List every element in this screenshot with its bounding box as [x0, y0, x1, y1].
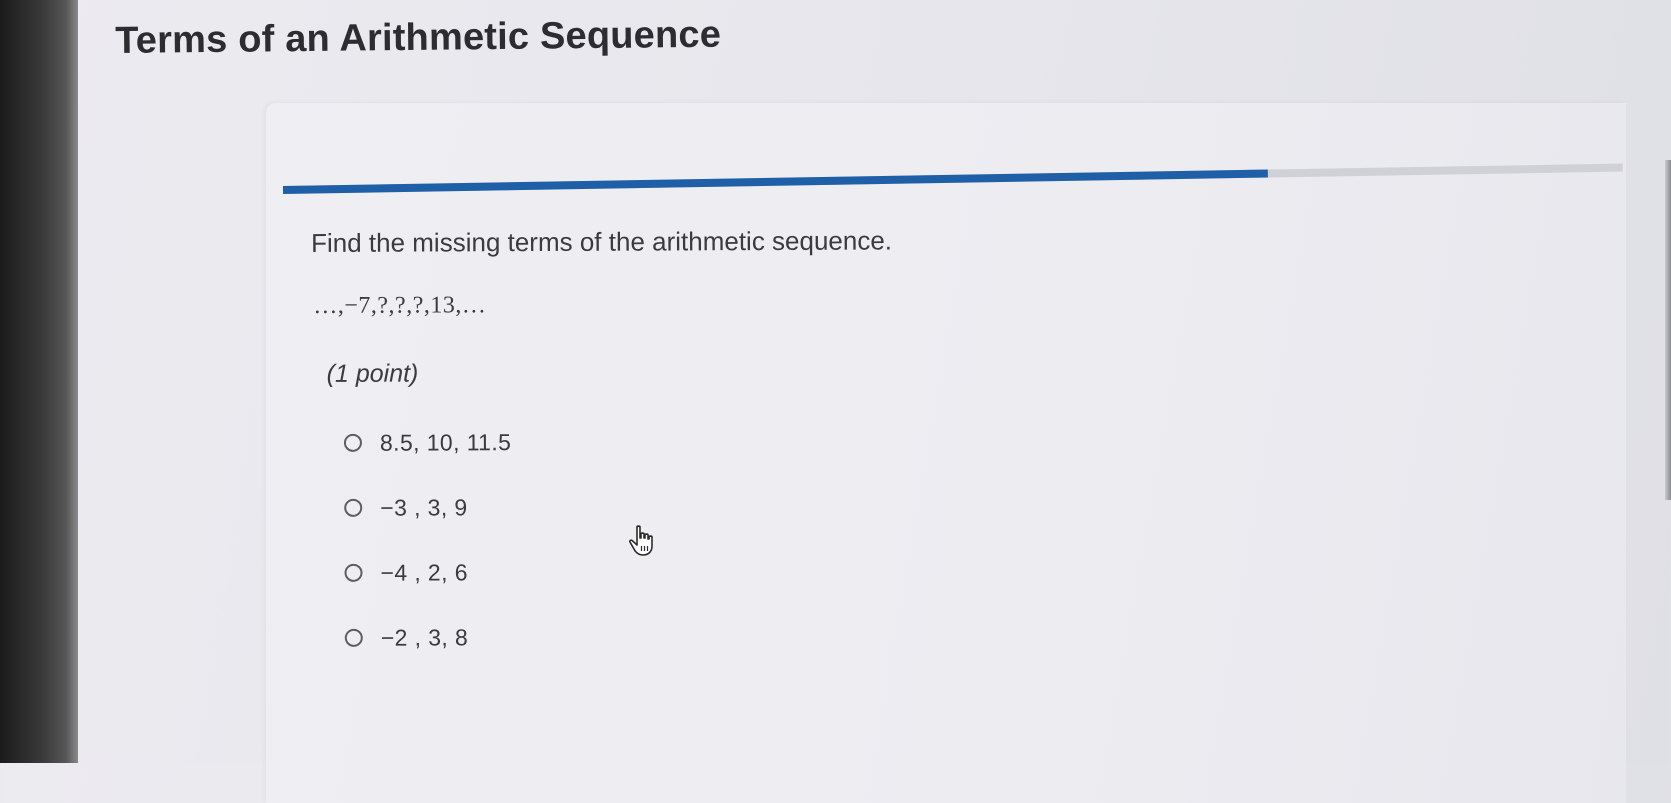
answer-option-label: −2 , 3, 8	[380, 623, 469, 651]
points-label: (1 point)	[326, 359, 419, 388]
answer-option-4[interactable]: −2 , 3, 8	[344, 619, 894, 653]
radio-button-icon[interactable]	[344, 628, 363, 647]
answer-option-1[interactable]: 8.5, 10, 11.5	[343, 424, 893, 458]
answer-option-label: −4 , 2, 6	[380, 558, 468, 586]
radio-button-icon[interactable]	[344, 498, 363, 517]
question-prompt: Find the missing terms of the arithmetic…	[311, 225, 893, 258]
radio-button-icon[interactable]	[344, 563, 363, 582]
answer-option-label: −3 , 3, 9	[380, 493, 468, 521]
answer-option-2[interactable]: −3 , 3, 9	[344, 489, 893, 523]
radio-button-icon[interactable]	[343, 433, 362, 452]
monitor-bezel	[0, 0, 78, 763]
answer-options: 8.5, 10, 11.5 −3 , 3, 9 −4 , 2, 6 −2 , 3…	[343, 424, 894, 653]
answer-option-label: 8.5, 10, 11.5	[379, 428, 512, 456]
scrollbar[interactable]	[1665, 160, 1671, 500]
hand-pointer-icon	[629, 525, 653, 556]
answer-option-3[interactable]: −4 , 2, 6	[344, 554, 893, 588]
page-title: Terms of an Arithmetic Sequence	[115, 13, 722, 62]
sequence-expression: …,−7,?,?,?,13,…	[313, 292, 487, 319]
question-content: Find the missing terms of the arithmetic…	[311, 225, 894, 687]
